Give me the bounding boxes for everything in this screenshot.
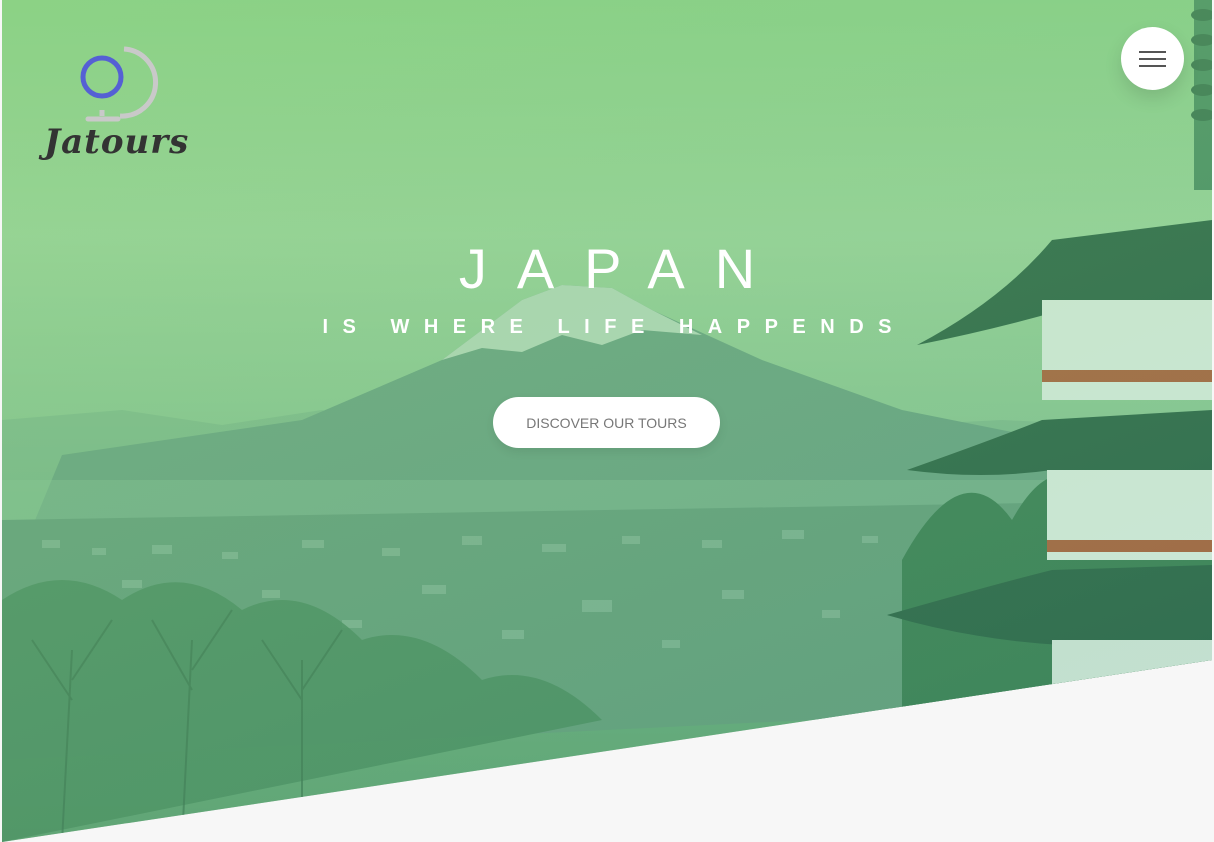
brand-name: Jatours xyxy=(44,122,190,162)
hero-title: JAPAN xyxy=(458,237,786,300)
hero-subtitle: IS WHERE LIFE HAPPENDS xyxy=(322,316,906,338)
menu-button[interactable] xyxy=(1121,27,1184,90)
globe-icon xyxy=(80,46,158,122)
discover-tours-button[interactable]: DISCOVER OUR TOURS xyxy=(493,397,720,448)
